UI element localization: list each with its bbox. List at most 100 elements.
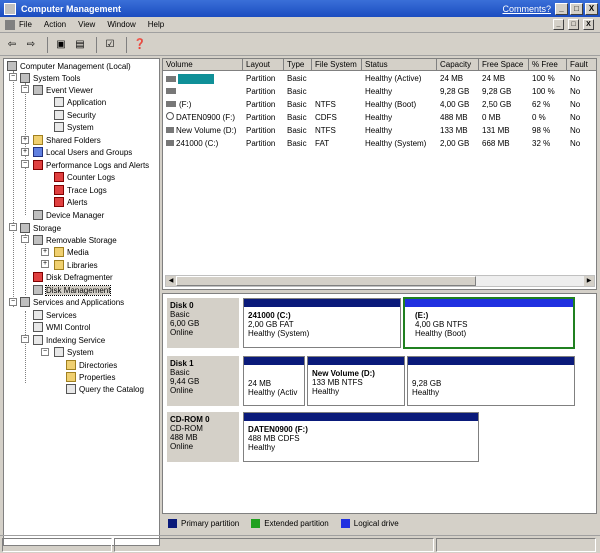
expand-libraries[interactable]: + [41, 260, 49, 268]
horizontal-scrollbar[interactable]: ◀ ▶ [165, 275, 595, 287]
cell: FAT [315, 139, 330, 148]
table-row[interactable]: Partition Basic Healthy 9,28 GB 9,28 GB … [163, 85, 596, 98]
cell: Basic [287, 126, 307, 135]
menu-action[interactable]: Action [44, 20, 66, 29]
computer-icon [7, 61, 17, 71]
tree-counter-logs[interactable]: Counter Logs [54, 171, 115, 183]
child-close-button[interactable]: X [583, 19, 594, 30]
minimize-button[interactable]: _ [555, 2, 568, 15]
partition-f[interactable]: DATEN0900 (F:) 488 MB CDFS Healthy [243, 412, 479, 462]
tree-disk-management[interactable]: Disk Management [33, 284, 112, 296]
help-icon[interactable]: ❓ [132, 37, 148, 53]
tree-media[interactable]: Media [54, 246, 89, 258]
scroll-thumb[interactable] [176, 276, 476, 286]
tree-catalog-system[interactable]: System [54, 346, 94, 358]
menu-window[interactable]: Window [107, 20, 135, 29]
disk-1-label[interactable]: Disk 1 Basic 9,44 GB Online [167, 356, 239, 406]
table-row[interactable]: 241000 (C:) Partition Basic FAT Healthy … [163, 137, 596, 150]
tree-indexing-service[interactable]: Indexing Service [33, 334, 105, 346]
col-free-space[interactable]: Free Space [479, 59, 529, 71]
col-percent-free[interactable]: % Free [529, 59, 567, 71]
disk-0-label[interactable]: Disk 0 Basic 6,00 GB Online [167, 298, 239, 348]
child-restore-button[interactable]: □ [568, 19, 579, 30]
scroll-right-icon[interactable]: ▶ [584, 276, 594, 286]
col-fault[interactable]: Fault [567, 59, 596, 71]
cell: 131 MB [482, 126, 510, 135]
comments-link[interactable]: Comments? [502, 4, 551, 14]
col-status[interactable]: Status [362, 59, 437, 71]
partition-c[interactable]: 241000 (C:) 2,00 GB FAT Healthy (System) [243, 298, 401, 348]
expand-shared-folders[interactable]: + [21, 136, 29, 144]
tree-trace-logs[interactable]: Trace Logs [54, 184, 107, 196]
menu-view[interactable]: View [78, 20, 95, 29]
table-row[interactable]: Partition Basic Healthy (Active) 24 MB 2… [163, 72, 596, 85]
tree-disk-defragmenter[interactable]: Disk Defragmenter [33, 271, 113, 283]
col-capacity[interactable]: Capacity [437, 59, 479, 71]
tree-application[interactable]: Application [54, 96, 106, 108]
disk-status: Online [170, 328, 194, 337]
system-menu-icon[interactable] [5, 19, 15, 30]
tree-wmi-control[interactable]: WMI Control [33, 321, 90, 333]
cell: Healthy (Active) [365, 74, 422, 83]
up-icon[interactable]: ▣ [53, 37, 69, 53]
partition-status: Healthy (Boot) [415, 329, 467, 338]
cell: Partition [246, 139, 276, 148]
back-icon[interactable]: ⇦ [4, 37, 20, 53]
partition-status: Healthy (System) [248, 329, 310, 338]
logical-drive-swatch [340, 518, 350, 528]
collapse-services-apps[interactable]: − [9, 298, 17, 306]
table-row[interactable]: DATEN0900 (F:) Partition Basic CDFS Heal… [163, 111, 596, 124]
scroll-left-icon[interactable]: ◀ [166, 276, 176, 286]
partition-unassigned[interactable]: 9,28 GB Healthy [407, 356, 575, 406]
tree-libraries[interactable]: Libraries [54, 259, 98, 271]
menu-file[interactable]: File [19, 20, 32, 29]
partition-status: Healthy [412, 388, 440, 397]
maximize-button[interactable]: □ [570, 2, 583, 15]
close-button[interactable]: X [585, 2, 598, 15]
legend-logical: Logical drive [353, 518, 399, 528]
tree-device-manager[interactable]: Device Manager [33, 209, 104, 221]
collapse-removable-storage[interactable]: − [21, 235, 29, 243]
show-tree-icon[interactable]: ▤ [72, 37, 88, 53]
menu-help[interactable]: Help [148, 20, 164, 29]
col-file-system[interactable]: File System [312, 59, 362, 71]
col-layout[interactable]: Layout [243, 59, 284, 71]
collapse-perf-logs[interactable]: − [21, 160, 29, 168]
table-row[interactable]: (F:) Partition Basic NTFS Healthy (Boot)… [163, 98, 596, 111]
tree-event-viewer[interactable]: Event Viewer [33, 84, 93, 96]
table-row[interactable]: New Volume (D:) Partition Basic NTFS Hea… [163, 124, 596, 137]
col-type[interactable]: Type [284, 59, 312, 71]
child-minimize-button[interactable]: _ [553, 19, 564, 30]
expand-media[interactable]: + [41, 248, 49, 256]
tree-root[interactable]: Computer Management (Local) [7, 60, 131, 72]
collapse-system-tools[interactable]: − [9, 73, 17, 81]
tree-query-catalog[interactable]: Query the Catalog [66, 383, 144, 395]
partition-d[interactable]: New Volume (D:) 133 MB NTFS Healthy [307, 356, 405, 406]
properties-icon[interactable]: ☑ [102, 37, 118, 53]
tree-system-tools[interactable]: System Tools [20, 72, 80, 84]
counter-logs-icon [54, 172, 64, 182]
expand-local-users[interactable]: + [21, 148, 29, 156]
partition-active[interactable]: 24 MB Healthy (Activ [243, 356, 305, 406]
collapse-indexing[interactable]: − [21, 335, 29, 343]
tree-services[interactable]: Services [33, 309, 77, 321]
cdrom-0-label[interactable]: CD-ROM 0 CD-ROM 488 MB Online [167, 412, 239, 462]
tree-storage[interactable]: Storage [20, 222, 61, 234]
tree-alerts[interactable]: Alerts [54, 196, 87, 208]
tree-perf-logs[interactable]: Performance Logs and Alerts [33, 159, 149, 171]
tree-removable-storage[interactable]: Removable Storage [33, 234, 117, 246]
tree-system-log[interactable]: System [54, 121, 94, 133]
collapse-event-viewer[interactable]: − [21, 85, 29, 93]
col-volume[interactable]: Volume [163, 59, 243, 71]
tree-shared-folders[interactable]: Shared Folders [33, 134, 101, 146]
collapse-idx-system[interactable]: − [41, 348, 49, 356]
collapse-storage[interactable]: − [9, 223, 17, 231]
tree-services-apps[interactable]: Services and Applications [20, 296, 124, 308]
tree-properties[interactable]: Properties [66, 371, 115, 383]
partition-e[interactable]: (E:) 4,00 GB NTFS Healthy (Boot) [403, 297, 575, 349]
tree-directories[interactable]: Directories [66, 359, 117, 371]
tree-local-users[interactable]: Local Users and Groups [33, 146, 132, 158]
tree-security[interactable]: Security [54, 109, 96, 121]
forward-icon[interactable]: ⇨ [23, 37, 39, 53]
cell: No [570, 113, 581, 122]
